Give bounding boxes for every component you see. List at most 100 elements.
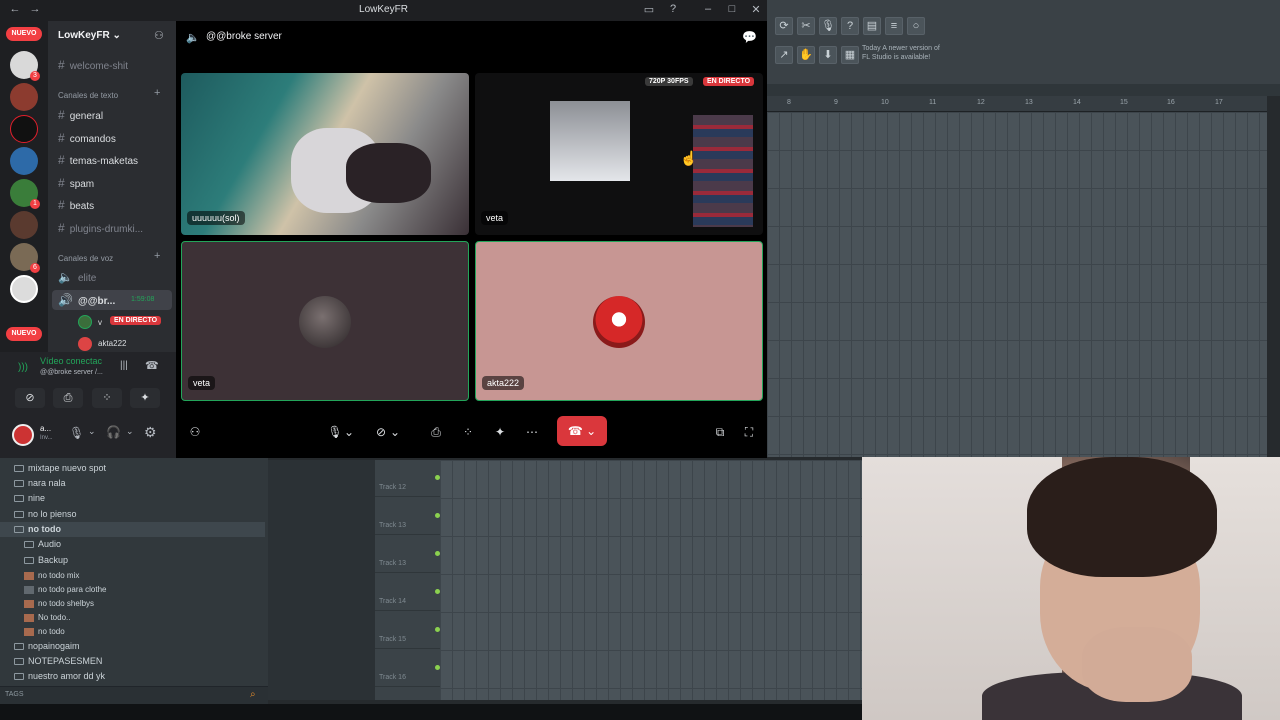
avatar[interactable] xyxy=(78,315,92,329)
track-header[interactable]: Track 13 xyxy=(375,498,440,535)
chevron-down-icon[interactable]: ⌄ xyxy=(88,426,96,437)
server-icon[interactable] xyxy=(10,147,38,175)
fl-toolbar: ⟳ ✂ 🎙 ? ▤ ≡ ○ ↗ ✋ ⬇ ▦ xyxy=(767,0,1280,90)
browser-folder[interactable]: nopainogaim xyxy=(0,639,265,654)
gear-icon[interactable]: ⚙ xyxy=(144,424,157,441)
activities-icon[interactable]: ⁘ xyxy=(92,388,122,408)
soundboard-icon[interactable]: ✦ xyxy=(487,421,513,443)
server-icon-active[interactable] xyxy=(10,275,38,303)
browser-folder[interactable]: nuestro amor dd yk xyxy=(0,669,265,684)
hand-icon[interactable]: ✋ xyxy=(797,46,815,64)
playlist-ruler[interactable]: 8 9 10 11 12 13 14 15 16 17 xyxy=(767,96,1267,112)
browser-file[interactable]: no todo mix xyxy=(0,568,265,583)
browser-folder[interactable]: no lo pienso xyxy=(0,507,265,522)
track-header[interactable]: Track 12 xyxy=(375,460,440,497)
browser-folder[interactable]: nara nala xyxy=(0,476,265,491)
mic-icon[interactable]: 🎙 xyxy=(69,426,84,440)
cut-icon[interactable]: ✂ xyxy=(797,17,815,35)
track-header[interactable]: Track 13 xyxy=(375,536,440,573)
soundboard-icon[interactable]: ✦ xyxy=(130,388,160,408)
close-icon[interactable]: ✕ xyxy=(749,3,763,16)
video-tile-sol[interactable]: uuuuuu(sol) xyxy=(181,73,469,235)
pin-icon[interactable]: ↗ xyxy=(775,46,793,64)
voice-user-name[interactable]: v xyxy=(98,318,102,327)
chat-bubble-icon[interactable]: 💬 xyxy=(742,30,757,44)
minimize-icon[interactable]: – xyxy=(701,3,715,15)
disconnect-icon[interactable]: ☎ xyxy=(145,359,159,372)
download-icon[interactable]: ⬇ xyxy=(819,46,837,64)
browser-folder[interactable]: mixtape nuevo spot xyxy=(0,461,265,476)
screen-share-icon[interactable]: ⎙ xyxy=(423,421,449,443)
browser-file[interactable]: No todo.. xyxy=(0,610,265,625)
activities-icon[interactable]: ⁘ xyxy=(455,421,481,443)
browser-file[interactable]: no todo shelbys xyxy=(0,596,265,611)
add-member-icon[interactable]: ⚇ xyxy=(154,29,164,42)
more-icon[interactable]: ⋯ xyxy=(519,421,545,443)
category-text[interactable]: Canales de texto xyxy=(58,91,118,100)
channel-spam[interactable]: # spam xyxy=(52,173,172,193)
refresh-icon[interactable]: ⟳ xyxy=(775,17,793,35)
browser-file[interactable]: no todo xyxy=(0,624,265,639)
browser-file[interactable]: no todo para clothe xyxy=(0,582,265,597)
channel-beats[interactable]: # beats xyxy=(52,195,172,215)
avatar[interactable] xyxy=(78,337,92,351)
browser-subfolder[interactable]: Backup xyxy=(0,553,265,568)
help-icon[interactable]: ? xyxy=(666,3,680,15)
video-tile-screen-share[interactable]: 720P 30FPS EN DIRECTO ☝ veta xyxy=(475,73,763,235)
noise-icon[interactable]: ||| xyxy=(120,360,128,371)
voice-user-name[interactable]: akta222 xyxy=(98,339,126,348)
user-name[interactable]: a... xyxy=(40,424,51,433)
chevron-down-icon[interactable]: ⌄ xyxy=(126,426,134,437)
headphones-icon[interactable]: 🎧 xyxy=(106,425,121,439)
channel-plugins[interactable]: # plugins-drumki... xyxy=(52,218,172,238)
invite-icon[interactable]: ⚇ xyxy=(182,421,208,443)
browser-folder[interactable]: NOTEPASESMEN xyxy=(0,654,265,669)
browser-tags-bar[interactable]: TAGS ⌕ xyxy=(0,686,268,704)
browser-folder-open[interactable]: no todo xyxy=(0,522,265,537)
tile-label: akta222 xyxy=(482,376,525,390)
mic-icon[interactable]: 🎙 xyxy=(819,17,837,35)
track-header[interactable]: Track 15 xyxy=(375,612,440,649)
camera-off-icon[interactable]: ⊘ xyxy=(15,388,45,408)
search-icon[interactable]: ⌕ xyxy=(250,689,256,700)
channel-temas-maketas[interactable]: # temas-maketas xyxy=(52,150,172,170)
video-tile-akta222[interactable]: akta222 xyxy=(475,241,763,401)
chat-icon[interactable]: ○ xyxy=(907,17,925,35)
tile-label: veta xyxy=(188,376,216,390)
maximize-icon[interactable]: □ xyxy=(725,3,739,15)
server-icon[interactable] xyxy=(10,211,38,239)
signal-icon[interactable]: ))) xyxy=(18,362,28,373)
chevron-down-icon[interactable]: ⌄ xyxy=(342,421,356,443)
inbox-icon[interactable]: ▭ xyxy=(642,3,656,16)
plus-icon[interactable]: + xyxy=(154,87,160,99)
plus-icon[interactable]: + xyxy=(154,250,160,262)
screen-share-icon[interactable]: ⎙ xyxy=(53,388,83,408)
browser-subfolder[interactable]: Audio xyxy=(0,537,265,552)
server-icon[interactable] xyxy=(10,83,38,111)
playlist-grid-lower[interactable] xyxy=(440,460,865,700)
popout-icon[interactable]: ⧉ xyxy=(707,421,733,443)
hangup-button[interactable]: ☎ ⌄ xyxy=(557,416,607,446)
channel-general[interactable]: # general xyxy=(52,105,172,125)
mixer-icon[interactable]: ≡ xyxy=(885,17,903,35)
ruler-mark: 17 xyxy=(1215,99,1223,106)
chevron-down-icon[interactable]: ⌄ xyxy=(388,421,402,443)
category-voice[interactable]: Canales de voz xyxy=(58,254,113,263)
video-tile-veta[interactable]: veta xyxy=(181,241,469,401)
track-header[interactable]: Track 16 xyxy=(375,650,440,687)
save-icon[interactable]: ▤ xyxy=(863,17,881,35)
guild-name[interactable]: LowKeyFR ⌄ xyxy=(58,30,121,41)
avatar[interactable] xyxy=(12,424,34,446)
channel-comandos[interactable]: # comandos xyxy=(52,128,172,148)
grid-icon[interactable]: ▦ xyxy=(841,46,859,64)
server-icon[interactable] xyxy=(10,115,38,143)
fullscreen-icon[interactable]: ⛶ xyxy=(736,421,762,443)
track-header[interactable]: Track 14 xyxy=(375,574,440,611)
help-icon[interactable]: ? xyxy=(841,17,859,35)
playlist-grid[interactable] xyxy=(767,112,1267,457)
tile-clothes xyxy=(346,143,431,203)
voice-channel-path[interactable]: @@broke server /... xyxy=(40,369,103,376)
voice-channel-elite[interactable]: 🔈 elite xyxy=(52,267,172,287)
browser-folder[interactable]: nine xyxy=(0,491,265,506)
channel-welcome[interactable]: # welcome-shit xyxy=(52,55,172,75)
